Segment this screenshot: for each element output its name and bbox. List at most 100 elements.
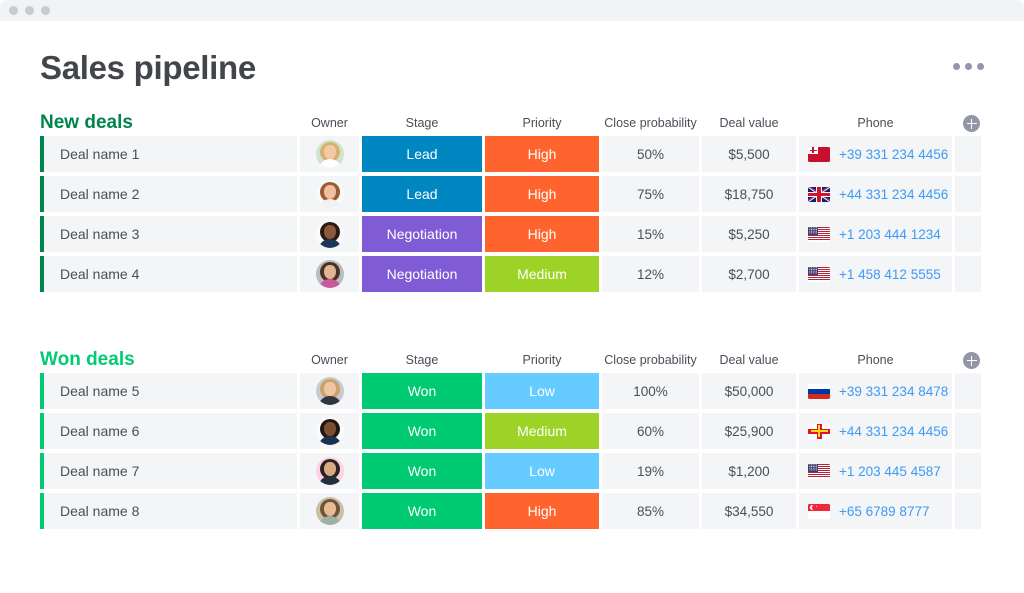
deal-value-cell[interactable]: $34,550	[702, 493, 796, 529]
owner-cell[interactable]	[300, 176, 359, 212]
stage-cell[interactable]: Negotiation	[362, 216, 482, 252]
phone-cell[interactable]: +1 458 412 5555	[799, 256, 952, 292]
close-probability-cell[interactable]: 19%	[602, 453, 699, 489]
row-extra-cell[interactable]	[955, 136, 981, 172]
priority-cell[interactable]: Medium	[485, 413, 599, 449]
deal-name-cell[interactable]: Deal name 6	[44, 413, 297, 449]
column-header-probability[interactable]: Close probability	[602, 114, 699, 132]
priority-cell[interactable]: Medium	[485, 256, 599, 292]
maximize-window-button[interactable]	[41, 6, 50, 15]
priority-cell[interactable]: High	[485, 176, 599, 212]
row-extra-cell[interactable]	[955, 493, 981, 529]
deal-name-cell[interactable]: Deal name 4	[44, 256, 297, 292]
priority-cell[interactable]: High	[485, 216, 599, 252]
stage-cell[interactable]: Won	[362, 373, 482, 409]
stage-pill[interactable]: Won	[362, 493, 482, 529]
close-probability-cell[interactable]: 15%	[602, 216, 699, 252]
avatar-man-blond[interactable]	[315, 377, 344, 405]
phone-number[interactable]: +1 203 444 1234	[839, 227, 941, 242]
close-probability-cell[interactable]: 75%	[602, 176, 699, 212]
phone-cell[interactable]: +1 203 445 4587	[799, 453, 952, 489]
close-window-button[interactable]	[9, 6, 18, 15]
row-extra-cell[interactable]	[955, 453, 981, 489]
phone-number[interactable]: +65 6789 8777	[839, 504, 929, 519]
stage-cell[interactable]: Negotiation	[362, 256, 482, 292]
avatar-woman-dark-pink[interactable]	[315, 457, 344, 485]
priority-cell[interactable]: High	[485, 136, 599, 172]
phone-number[interactable]: +1 458 412 5555	[839, 267, 941, 282]
priority-pill[interactable]: Low	[485, 453, 599, 489]
stage-pill[interactable]: Negotiation	[362, 216, 482, 252]
phone-number[interactable]: +44 331 234 4456	[839, 424, 948, 439]
deal-name-cell[interactable]: Deal name 5	[44, 373, 297, 409]
phone-cell[interactable]: +1 203 444 1234	[799, 216, 952, 252]
row-extra-cell[interactable]	[955, 413, 981, 449]
row-extra-cell[interactable]	[955, 176, 981, 212]
column-header-phone[interactable]: Phone	[799, 351, 952, 369]
deal-value-cell[interactable]: $18,750	[702, 176, 796, 212]
avatar-man-beard-floral[interactable]	[315, 260, 344, 288]
avatar-man-glasses-navy[interactable]	[315, 417, 344, 445]
priority-pill[interactable]: High	[485, 136, 599, 172]
column-header-stage[interactable]: Stage	[362, 114, 482, 132]
priority-pill[interactable]: Low	[485, 373, 599, 409]
row-extra-cell[interactable]	[955, 256, 981, 292]
phone-cell[interactable]: +44 331 234 4456	[799, 176, 952, 212]
deal-name-cell[interactable]: Deal name 1	[44, 136, 297, 172]
add-column-button[interactable]	[963, 115, 980, 132]
column-header-priority[interactable]: Priority	[485, 114, 599, 132]
stage-pill[interactable]: Lead	[362, 176, 482, 212]
stage-cell[interactable]: Won	[362, 493, 482, 529]
phone-cell[interactable]: +39 331 234 4456	[799, 136, 952, 172]
avatar-woman-blonde[interactable]	[315, 140, 344, 168]
priority-cell[interactable]: Low	[485, 373, 599, 409]
deal-value-cell[interactable]: $25,900	[702, 413, 796, 449]
stage-cell[interactable]: Lead	[362, 176, 482, 212]
stage-pill[interactable]: Won	[362, 413, 482, 449]
add-column-button[interactable]	[963, 352, 980, 369]
avatar-woman-redhead[interactable]	[315, 180, 344, 208]
deal-value-cell[interactable]: $5,250	[702, 216, 796, 252]
column-header-value[interactable]: Deal value	[702, 351, 796, 369]
stage-cell[interactable]: Lead	[362, 136, 482, 172]
column-header-value[interactable]: Deal value	[702, 114, 796, 132]
deal-value-cell[interactable]: $2,700	[702, 256, 796, 292]
more-options-button[interactable]	[953, 63, 984, 70]
close-probability-cell[interactable]: 12%	[602, 256, 699, 292]
group-title[interactable]: Won deals	[40, 348, 135, 372]
deal-name-cell[interactable]: Deal name 7	[44, 453, 297, 489]
close-probability-cell[interactable]: 100%	[602, 373, 699, 409]
column-header-probability[interactable]: Close probability	[602, 351, 699, 369]
row-extra-cell[interactable]	[955, 216, 981, 252]
phone-number[interactable]: +39 331 234 4456	[839, 147, 948, 162]
column-header-stage[interactable]: Stage	[362, 351, 482, 369]
priority-pill[interactable]: High	[485, 493, 599, 529]
minimize-window-button[interactable]	[25, 6, 34, 15]
group-title[interactable]: New deals	[40, 111, 133, 135]
priority-cell[interactable]: High	[485, 493, 599, 529]
close-probability-cell[interactable]: 60%	[602, 413, 699, 449]
phone-cell[interactable]: +39 331 234 8478	[799, 373, 952, 409]
owner-cell[interactable]	[300, 373, 359, 409]
stage-pill[interactable]: Lead	[362, 136, 482, 172]
priority-pill[interactable]: Medium	[485, 413, 599, 449]
phone-number[interactable]: +44 331 234 4456	[839, 187, 948, 202]
avatar-man-beard-navy[interactable]	[315, 220, 344, 248]
deal-value-cell[interactable]: $50,000	[702, 373, 796, 409]
owner-cell[interactable]	[300, 216, 359, 252]
priority-cell[interactable]: Low	[485, 453, 599, 489]
owner-cell[interactable]	[300, 256, 359, 292]
phone-cell[interactable]: +65 6789 8777	[799, 493, 952, 529]
deal-name-cell[interactable]: Deal name 2	[44, 176, 297, 212]
stage-cell[interactable]: Won	[362, 413, 482, 449]
stage-pill[interactable]: Negotiation	[362, 256, 482, 292]
stage-cell[interactable]: Won	[362, 453, 482, 489]
stage-pill[interactable]: Won	[362, 453, 482, 489]
phone-number[interactable]: +39 331 234 8478	[839, 384, 948, 399]
owner-cell[interactable]	[300, 413, 359, 449]
phone-number[interactable]: +1 203 445 4587	[839, 464, 941, 479]
column-header-owner[interactable]: Owner	[300, 114, 359, 132]
close-probability-cell[interactable]: 50%	[602, 136, 699, 172]
deal-value-cell[interactable]: $5,500	[702, 136, 796, 172]
priority-pill[interactable]: High	[485, 176, 599, 212]
